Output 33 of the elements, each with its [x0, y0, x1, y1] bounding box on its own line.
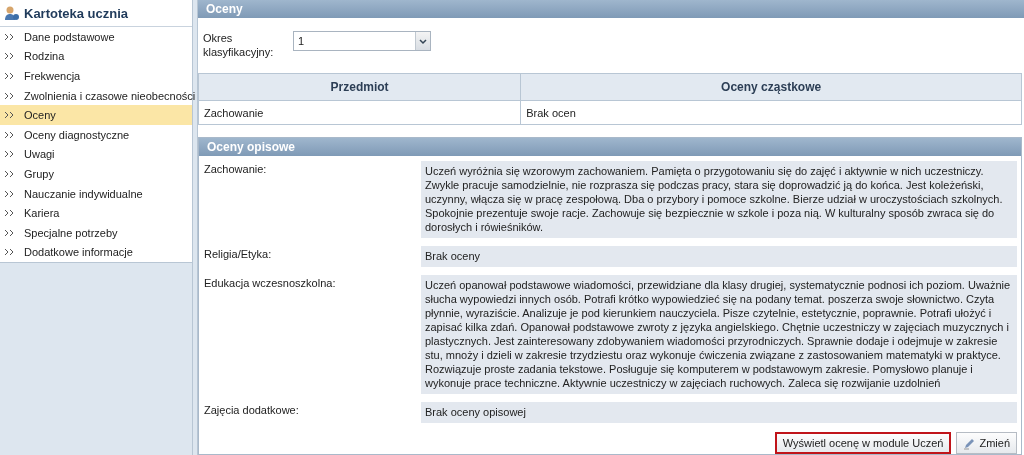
- subject-label: Religia/Etyka:: [204, 247, 273, 262]
- sidebar-item[interactable]: Uwagi: [0, 144, 192, 165]
- sidebar-item[interactable]: Grupy: [0, 164, 192, 184]
- sidebar-item[interactable]: Dane podstawowe: [0, 27, 192, 47]
- column-header: Oceny cząstkowe: [520, 73, 1022, 101]
- panel-header: Oceny: [198, 0, 1024, 18]
- field-label: Okres klasyfikacyjny:: [203, 31, 275, 59]
- subject-label: Edukacja wczesnoszkolna:: [204, 276, 337, 291]
- period-dropdown[interactable]: 1: [293, 31, 431, 51]
- dropdown-icon: [415, 32, 430, 50]
- grade-description: Brak oceny: [421, 246, 1017, 267]
- sidebar-item[interactable]: Oceny: [0, 105, 192, 125]
- pencil-icon: [963, 436, 977, 450]
- subject-label: Zachowanie:: [204, 162, 268, 177]
- grade-description: Uczeń opanował podstawowe wiadomości, przewidziane dla klasy drugiej, systematycznie podnosi ich poziom. Uważnie słucha wypowiedzi innych osób. Potrafi krótko wypowiedzieć się na podany temat. poszerza swoje słownictwo. Czyta płynnie, wyraziście. Analizuje je pod kierunkiem nauczyciela. Pisze czytelnie, estetycznie, poprawnie. Potrafi ułożyć i zapisać kilka zdań. Opanował podstawowe zwroty z języka angielskiego. Chętnie uczestniczy w zajęciach muzycznych i plastycznych. Jest zainteresowany zdobywaniem wiadomości przyrodniczych. Sprawnie dodaje i odejmuje w zakresie stu, mnoży i dzieli w zakresie trzydziestu oraz wykonuje ćwiczenia związane z zastosowaniem matematyki w praktyce. Rozwiązuje proste zadania tekstowe. Posługuje się komputerem w podstawowym zakresie. Pomysłowo planuje i wykonuje prace techniczne. Aktywnie uczestniczy w zajęciach ruchowych. Zaleca się rozwijanie uzdolnień: [421, 275, 1017, 394]
- section-header: Oceny opisowe: [199, 138, 1021, 156]
- student-icon: [4, 5, 20, 21]
- subject-label: Zajęcia dodatkowe:: [204, 403, 300, 418]
- grade-description: Uczeń wyróżnia się wzorowym zachowaniem. Pamięta o przygotowaniu się do zajęć i aktywnie w nich uczestniczy. Zwykle pracuje samodzielnie, nie rozprasza się podczas pracy, stara się doprowadzić ją do końca. Jest koleżeński, uczynny, włącza się w pracę zespołową. Dba o przybory i pomoce szkolne. Bierze udział w uroczystościach szkolnych. Spokojnie prezentuje swoje racje. Zachowuje się bezpiecznie w szkole i poza nią. W kulturalny sposób zwraca się do dorosłych i rówieśników.: [421, 161, 1017, 238]
- sidebar-item[interactable]: Nauczanie indywidualne: [0, 183, 192, 204]
- sidebar-item[interactable]: Specjalne potrzeby: [0, 222, 192, 243]
- table-cell: Zachowanie: [198, 100, 521, 125]
- table-cell: Brak ocen: [520, 100, 1022, 125]
- sidebar-item[interactable]: Kariera: [0, 203, 192, 223]
- sidebar-item[interactable]: Frekwencja: [0, 66, 192, 86]
- grade-description: Brak oceny opisowej: [421, 402, 1017, 423]
- sidebar-item[interactable]: Oceny diagnostyczne: [0, 124, 192, 145]
- view-grade-button[interactable]: Wyświetl ocenę w module Uczeń: [774, 432, 952, 454]
- edit-button[interactable]: Zmień: [956, 432, 1017, 454]
- column-header: Przedmiot: [198, 73, 521, 101]
- sidebar-item[interactable]: Dodatkowe informacje: [0, 242, 192, 263]
- sidebar-item[interactable]: Rodzina: [0, 46, 192, 67]
- sidebar-title: Kartoteka ucznia: [24, 5, 129, 21]
